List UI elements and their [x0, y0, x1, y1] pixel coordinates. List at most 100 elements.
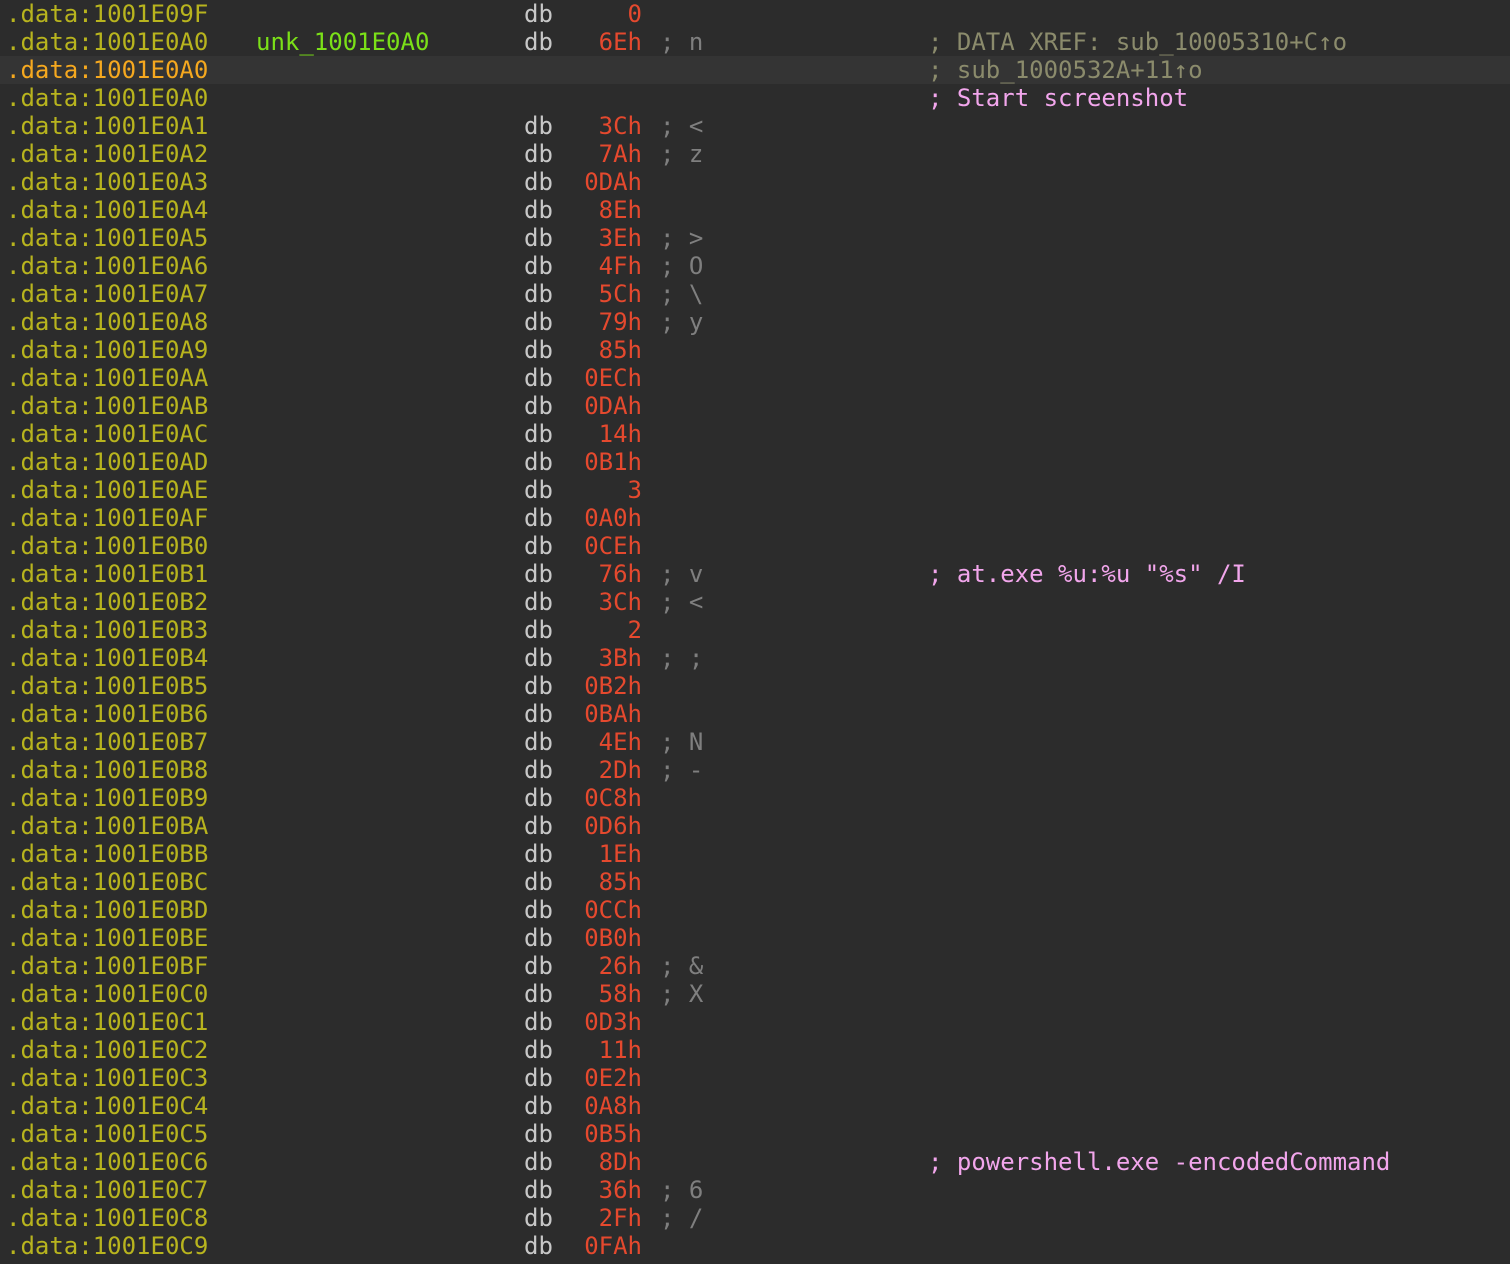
- mnemonic: db: [524, 364, 553, 392]
- address[interactable]: .data:1001E0AD: [6, 448, 208, 476]
- listing-row[interactable]: .data:1001E0BB db 1Eh: [0, 840, 1510, 868]
- listing-row[interactable]: .data:1001E0A2 db 7Ah ; z: [0, 140, 1510, 168]
- listing-row[interactable]: .data:1001E0AF db 0A0h: [0, 504, 1510, 532]
- address[interactable]: .data:1001E0B4: [6, 644, 208, 672]
- address[interactable]: .data:1001E0C7: [6, 1176, 208, 1204]
- listing-row[interactable]: .data:1001E0B0 db 0CEh: [0, 532, 1510, 560]
- listing-row[interactable]: .data:1001E0AC db 14h: [0, 420, 1510, 448]
- listing-row[interactable]: .data:1001E0A1 db 3Ch ; <: [0, 112, 1510, 140]
- address[interactable]: .data:1001E0A3: [6, 168, 208, 196]
- address[interactable]: .data:1001E0BE: [6, 924, 208, 952]
- listing-row[interactable]: .data:1001E0BF db 26h ; &: [0, 952, 1510, 980]
- address[interactable]: .data:1001E0AC: [6, 420, 208, 448]
- listing-row[interactable]: .data:1001E0C5 db 0B5h: [0, 1120, 1510, 1148]
- address[interactable]: .data:1001E0B0: [6, 532, 208, 560]
- address[interactable]: .data:1001E0AE: [6, 476, 208, 504]
- address[interactable]: .data:1001E0B9: [6, 784, 208, 812]
- listing-row[interactable]: .data:1001E0C8 db 2Fh ; /: [0, 1204, 1510, 1232]
- address[interactable]: .data:1001E0C2: [6, 1036, 208, 1064]
- listing-row[interactable]: .data:1001E0A3 db 0DAh: [0, 168, 1510, 196]
- listing-row[interactable]: .data:1001E0A0 unk_1001E0A0 db 6Eh ; n ; DATA…: [0, 28, 1510, 56]
- listing-row[interactable]: .data:1001E0BC db 85h: [0, 868, 1510, 896]
- address[interactable]: .data:1001E0C4: [6, 1092, 208, 1120]
- listing-row[interactable]: .data:1001E0B3 db 2: [0, 616, 1510, 644]
- listing-row[interactable]: .data:1001E0C9 db 0FAh: [0, 1232, 1510, 1260]
- address[interactable]: .data:1001E0B3: [6, 616, 208, 644]
- address[interactable]: .data:1001E09F: [6, 0, 208, 28]
- address[interactable]: .data:1001E0B2: [6, 588, 208, 616]
- listing-row[interactable]: .data:1001E0AA db 0ECh: [0, 364, 1510, 392]
- listing-row[interactable]: .data:1001E0B7 db 4Eh ; N: [0, 728, 1510, 756]
- listing-row[interactable]: .data:1001E0AB db 0DAh: [0, 392, 1510, 420]
- listing-row[interactable]: .data:1001E0B9 db 0C8h: [0, 784, 1510, 812]
- address[interactable]: .data:1001E0A2: [6, 140, 208, 168]
- listing-row[interactable]: .data:1001E0C4 db 0A8h: [0, 1092, 1510, 1120]
- listing-row[interactable]: .data:1001E0A9 db 85h: [0, 336, 1510, 364]
- address[interactable]: .data:1001E0C6: [6, 1148, 208, 1176]
- address[interactable]: .data:1001E0AB: [6, 392, 208, 420]
- address[interactable]: .data:1001E0A6: [6, 252, 208, 280]
- comment[interactable]: ; Start screenshot: [928, 84, 1188, 112]
- listing-row[interactable]: .data:1001E0A5 db 3Eh ; >: [0, 224, 1510, 252]
- address[interactable]: .data:1001E0C9: [6, 1232, 208, 1260]
- listing-row[interactable]: .data:1001E0B2 db 3Ch ; <: [0, 588, 1510, 616]
- comment[interactable]: ; powershell.exe -encodedCommand: [928, 1148, 1390, 1176]
- address[interactable]: .data:1001E0C5: [6, 1120, 208, 1148]
- listing-row[interactable]: .data:1001E0AE db 3: [0, 476, 1510, 504]
- listing-row[interactable]: .data:1001E0C1 db 0D3h: [0, 1008, 1510, 1036]
- listing-row[interactable]: .data:1001E0A6 db 4Fh ; O: [0, 252, 1510, 280]
- address[interactable]: .data:1001E0A0: [6, 28, 208, 56]
- address[interactable]: .data:1001E0BF: [6, 952, 208, 980]
- listing-row[interactable]: .data:1001E0A7 db 5Ch ; \: [0, 280, 1510, 308]
- disassembly-listing[interactable]: .data:1001E09F db 0 .data:1001E0A0 unk_1001E…: [0, 0, 1510, 1264]
- address[interactable]: .data:1001E0BB: [6, 840, 208, 868]
- listing-row[interactable]: .data:1001E0AD db 0B1h: [0, 448, 1510, 476]
- address[interactable]: .data:1001E0BC: [6, 868, 208, 896]
- listing-row[interactable]: .data:1001E0B6 db 0BAh: [0, 700, 1510, 728]
- listing-row[interactable]: .data:1001E0C0 db 58h ; X: [0, 980, 1510, 1008]
- address[interactable]: .data:1001E0B5: [6, 672, 208, 700]
- address[interactable]: .data:1001E0A5: [6, 224, 208, 252]
- address[interactable]: .data:1001E0AA: [6, 364, 208, 392]
- address[interactable]: .data:1001E0A0: [6, 84, 208, 112]
- address[interactable]: .data:1001E0B1: [6, 560, 208, 588]
- address[interactable]: .data:1001E0A7: [6, 280, 208, 308]
- address[interactable]: .data:1001E0C8: [6, 1204, 208, 1232]
- listing-row-current[interactable]: .data:1001E0A0 ; sub_1000532A+11↑o: [0, 56, 1510, 84]
- listing-row[interactable]: .data:1001E09F db 0: [0, 0, 1510, 28]
- listing-row[interactable]: .data:1001E0A8 db 79h ; y: [0, 308, 1510, 336]
- listing-row[interactable]: .data:1001E0B4 db 3Bh ; ;: [0, 644, 1510, 672]
- address[interactable]: .data:1001E0B7: [6, 728, 208, 756]
- listing-row[interactable]: .data:1001E0A4 db 8Eh: [0, 196, 1510, 224]
- address[interactable]: .data:1001E0A1: [6, 112, 208, 140]
- listing-row[interactable]: .data:1001E0C7 db 36h ; 6: [0, 1176, 1510, 1204]
- comment[interactable]: ; DATA XREF: sub_10005310+C↑o: [928, 28, 1347, 56]
- address[interactable]: .data:1001E0C3: [6, 1064, 208, 1092]
- address[interactable]: .data:1001E0A0: [6, 56, 208, 84]
- listing-row[interactable]: .data:1001E0A0 ; Start screenshot: [0, 84, 1510, 112]
- address[interactable]: .data:1001E0BD: [6, 896, 208, 924]
- comment[interactable]: ; sub_1000532A+11↑o: [928, 56, 1203, 84]
- address[interactable]: .data:1001E0A8: [6, 308, 208, 336]
- listing-row[interactable]: .data:1001E0C6 db 8Dh ; powershell.exe -enc…: [0, 1148, 1510, 1176]
- listing-row[interactable]: .data:1001E0BD db 0CCh: [0, 896, 1510, 924]
- address[interactable]: .data:1001E0AF: [6, 504, 208, 532]
- address[interactable]: .data:1001E0A4: [6, 196, 208, 224]
- label[interactable]: unk_1001E0A0: [256, 28, 429, 56]
- listing-row[interactable]: .data:1001E0B8 db 2Dh ; -: [0, 756, 1510, 784]
- mnemonic: db: [524, 112, 553, 140]
- listing-row[interactable]: .data:1001E0B1 db 76h ; v ; at.exe %u:%u "%s…: [0, 560, 1510, 588]
- listing-row[interactable]: .data:1001E0B5 db 0B2h: [0, 672, 1510, 700]
- listing-row[interactable]: .data:1001E0BE db 0B0h: [0, 924, 1510, 952]
- listing-row[interactable]: .data:1001E0C2 db 11h: [0, 1036, 1510, 1064]
- address[interactable]: .data:1001E0B8: [6, 756, 208, 784]
- comment[interactable]: ; at.exe %u:%u "%s" /I: [928, 560, 1246, 588]
- address[interactable]: .data:1001E0A9: [6, 336, 208, 364]
- address[interactable]: .data:1001E0BA: [6, 812, 208, 840]
- listing-row[interactable]: .data:1001E0BA db 0D6h: [0, 812, 1510, 840]
- operand-value: 11h: [598, 1036, 642, 1064]
- listing-row[interactable]: .data:1001E0C3 db 0E2h: [0, 1064, 1510, 1092]
- address[interactable]: .data:1001E0C1: [6, 1008, 208, 1036]
- address[interactable]: .data:1001E0B6: [6, 700, 208, 728]
- address[interactable]: .data:1001E0C0: [6, 980, 208, 1008]
